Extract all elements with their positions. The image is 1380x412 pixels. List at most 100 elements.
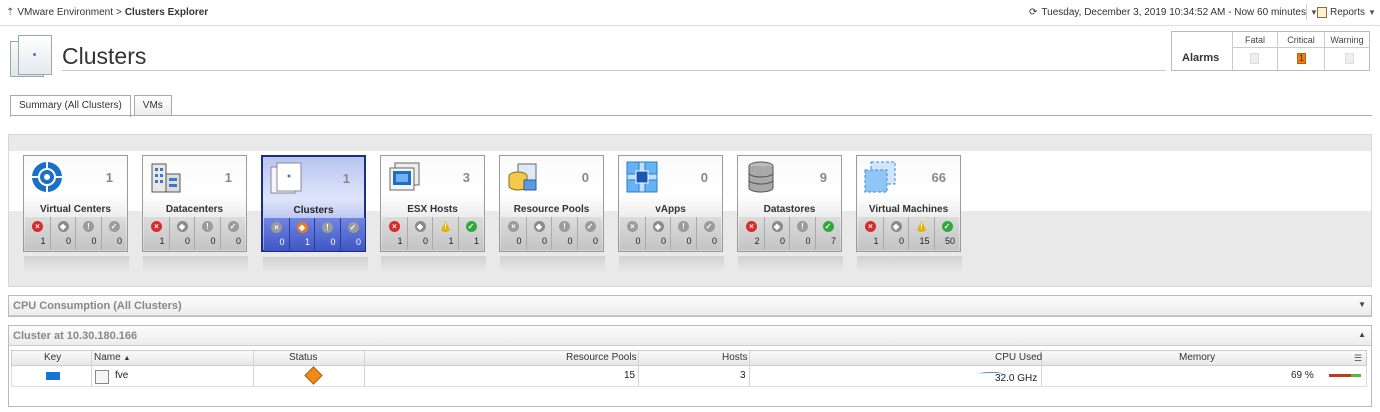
fatal-icon: × <box>508 221 519 232</box>
column-status[interactable]: Status <box>289 352 317 363</box>
alarms-label: Alarms <box>1182 52 1220 64</box>
critical-icon: ◆ <box>414 221 426 232</box>
tile-label: ESX Hosts <box>407 204 458 215</box>
divider <box>1306 4 1307 20</box>
tile-virtual-machines[interactable]: 66 Virtual Machines × 1 ◆ 0 ! 15 ✓ 50 <box>856 155 962 272</box>
tile-label: Resource Pools <box>513 204 590 215</box>
datacenter-icon <box>149 160 183 194</box>
tile-resource-pools[interactable]: 0 Resource Pools × 0 ◆ 0 ! 0 ✓ 0 <box>499 155 605 272</box>
chevron-down-icon: ▼ <box>1368 8 1376 17</box>
warning-icon: ! <box>559 221 570 232</box>
alarm-warning-count[interactable] <box>1345 53 1354 64</box>
tile-count: 0 <box>700 170 708 185</box>
table-header <box>11 350 1367 366</box>
alarm-critical-count[interactable]: 1 <box>1297 53 1306 64</box>
tile-count: 3 <box>462 170 470 185</box>
cluster-icon <box>10 35 56 79</box>
cluster-name[interactable]: fve <box>115 370 128 381</box>
top-bar: ⇡ VMware Environment > Clusters Explorer… <box>0 0 1380 26</box>
alarms-summary: Alarms Fatal Critical Warning 1 <box>1171 31 1370 71</box>
warning-icon: ! <box>83 221 94 232</box>
alarms-header-fatal: Fatal <box>1244 35 1265 45</box>
title-divider <box>62 70 1166 71</box>
critical-icon: ◆ <box>652 221 664 232</box>
normal-icon: ✓ <box>227 221 239 232</box>
alarm-fatal-count[interactable] <box>1250 53 1259 64</box>
tile-label: Virtual Centers <box>40 204 111 215</box>
fatal-icon: × <box>746 221 757 232</box>
time-range-icon: ⟳ <box>1029 7 1038 18</box>
tile-esx-hosts[interactable]: 3 ESX Hosts × 1 ◆ 0 ! 1 ✓ 1 <box>380 155 486 272</box>
normal-icon: ✓ <box>822 221 834 232</box>
view-tabs: Summary (All Clusters) VMs <box>10 95 172 117</box>
column-hosts[interactable]: Hosts <box>722 352 748 363</box>
tile-count: 1 <box>224 170 232 185</box>
breadcrumb-parent[interactable]: VMware Environment <box>17 7 113 18</box>
tile-count: 1 <box>342 171 350 186</box>
tile-count: 66 <box>931 170 946 185</box>
column-name[interactable]: Name ▲ <box>94 352 130 363</box>
breadcrumb-current: Clusters Explorer <box>124 7 209 18</box>
fatal-icon: × <box>271 222 282 233</box>
memory-bar-free <box>1351 374 1361 377</box>
tile-clusters[interactable]: 1 Clusters × 0 ◆ 1 ! 0 ✓ 0 <box>261 155 368 273</box>
table-row[interactable] <box>11 366 1367 387</box>
key-color-swatch <box>46 372 60 380</box>
tile-vapps[interactable]: 0 vApps × 0 ◆ 0 ! 0 ✓ 0 <box>618 155 724 272</box>
normal-icon: ✓ <box>941 221 953 232</box>
tile-datastores[interactable]: 9 Datastores × 2 ◆ 0 ! 0 ✓ 7 <box>737 155 843 272</box>
fatal-icon: × <box>389 221 400 232</box>
column-resource-pools[interactable]: Resource Pools <box>566 352 637 363</box>
alarms-header-warning: Warning <box>1330 35 1364 45</box>
column-menu-icon[interactable]: ☰ <box>1354 353 1362 364</box>
column-key[interactable]: Key <box>44 352 61 363</box>
normal-icon: ✓ <box>703 221 715 232</box>
critical-icon: ◆ <box>771 221 783 232</box>
fatal-icon: × <box>865 221 876 232</box>
up-arrow-icon[interactable]: ⇡ <box>6 7 14 18</box>
column-memory[interactable]: Memory <box>1179 352 1215 363</box>
breadcrumb: ⇡ VMware Environment > Clusters Explorer <box>6 7 208 18</box>
tile-label: vApps <box>655 204 686 215</box>
hosts-value: 3 <box>740 370 746 381</box>
panel-title: CPU Consumption (All Clusters) <box>13 300 182 312</box>
critical-icon: ◆ <box>57 221 69 232</box>
time-range-selector[interactable]: ⟳ Tuesday, December 3, 2019 10:34:52 AM … <box>1029 7 1318 18</box>
warning-icon: ! <box>322 222 333 233</box>
tile-count: 0 <box>581 170 589 185</box>
datastore-icon <box>744 160 778 194</box>
cluster-icon <box>95 370 109 384</box>
tab-vms[interactable]: VMs <box>133 95 172 116</box>
virtual-center-icon <box>30 160 64 194</box>
column-cpu-used[interactable]: CPU Used <box>995 352 1042 363</box>
warning-icon: ! <box>202 221 213 232</box>
tile-virtual-centers[interactable]: 1 Virtual Centers × 1 ◆ 0 ! 0 ✓ 0 <box>23 155 129 272</box>
critical-icon: ◆ <box>533 221 545 232</box>
tile-datacenters[interactable]: 1 Datacenters × 1 ◆ 0 ! 0 ✓ 0 <box>142 155 248 272</box>
critical-icon: ◆ <box>296 222 308 233</box>
critical-icon: ◆ <box>176 221 188 232</box>
fatal-icon: × <box>32 221 43 232</box>
normal-icon: ✓ <box>347 222 359 233</box>
normal-icon: ✓ <box>584 221 596 232</box>
chevron-down-icon[interactable]: ▼ <box>1358 300 1366 309</box>
reports-label: Reports <box>1330 7 1366 18</box>
page-title: Clusters <box>62 43 147 69</box>
tab-summary[interactable]: Summary (All Clusters) <box>10 95 131 117</box>
cpu-consumption-panel[interactable]: CPU Consumption (All Clusters) ▼ <box>8 295 1372 317</box>
tile-count: 9 <box>819 170 827 185</box>
vapp-icon <box>625 160 659 194</box>
resource-pool-icon <box>506 160 540 194</box>
virtual-machine-icon <box>863 160 897 194</box>
tile-count: 1 <box>105 170 113 185</box>
warning-icon: ! <box>797 221 808 232</box>
cluster-icon <box>269 161 303 195</box>
chevron-up-icon[interactable]: ▲ <box>1358 330 1366 339</box>
reports-button[interactable]: Reports ▼ <box>1317 7 1376 18</box>
warning-icon: ! <box>678 221 689 232</box>
warning-icon: ! <box>440 221 451 232</box>
time-range-text: Tuesday, December 3, 2019 10:34:52 AM - … <box>1041 7 1306 18</box>
memory-value: 69 % <box>1291 370 1314 381</box>
tile-label: Datastores <box>763 204 816 215</box>
summary-panel: 1 Virtual Centers × 1 ◆ 0 ! 0 ✓ 0 1 Datacent… <box>8 134 1372 287</box>
